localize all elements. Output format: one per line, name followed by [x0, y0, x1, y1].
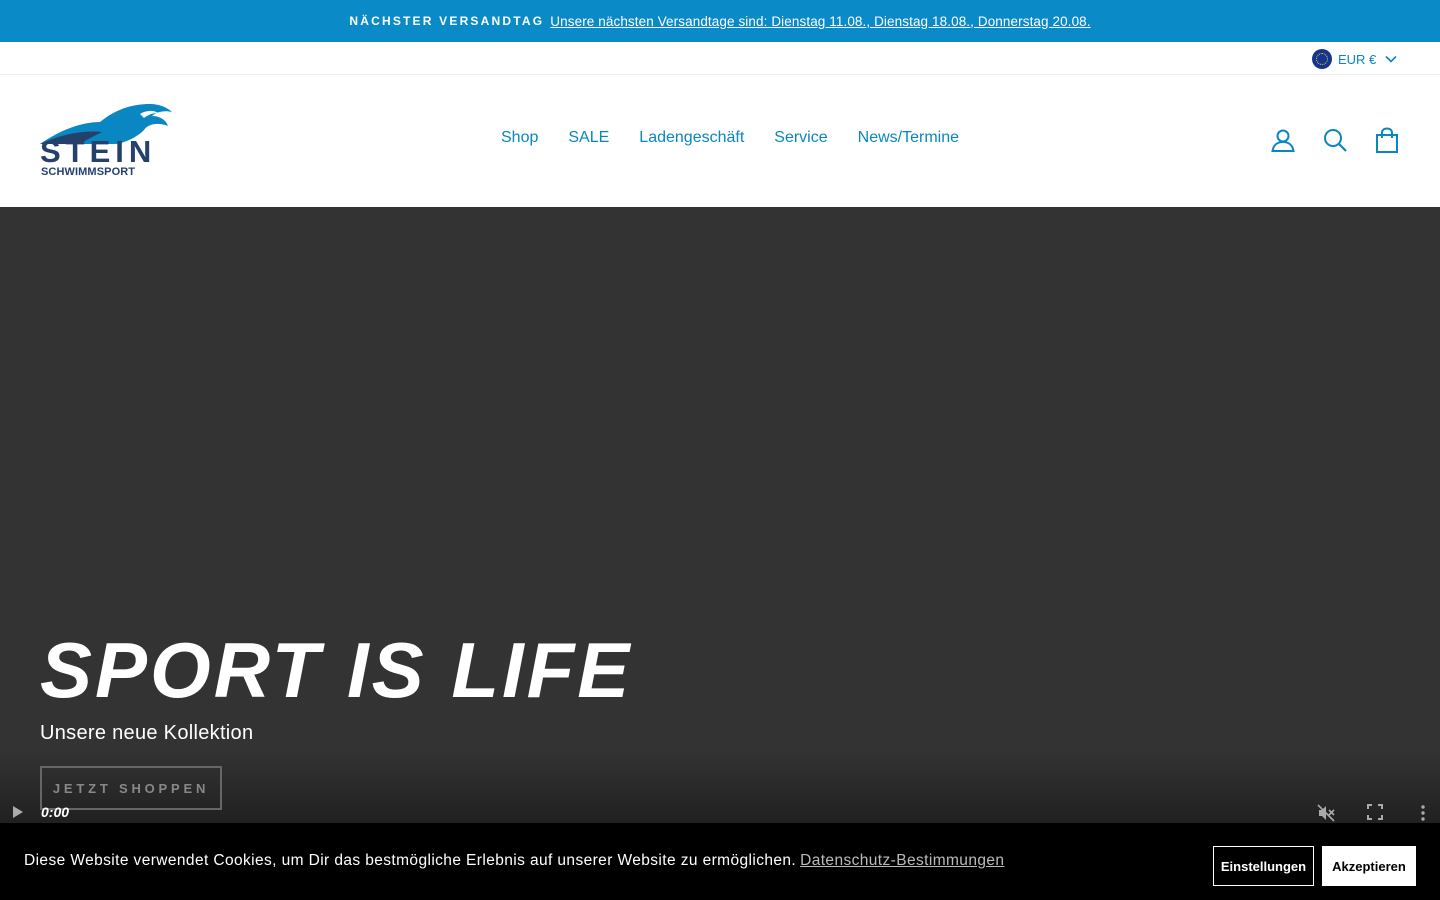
nav-item-service[interactable]: Service	[759, 129, 842, 147]
currency-label: EUR €	[1338, 51, 1377, 67]
cookie-accept-button[interactable]: Akzeptieren	[1322, 846, 1416, 886]
nav-item-news-termine[interactable]: News/Termine	[843, 129, 974, 147]
logo-wordmark: STEIN	[40, 134, 157, 169]
currency-bar: EUR €	[0, 42, 1440, 75]
nav-item-ladengeschaeft[interactable]: Ladengeschäft	[624, 129, 759, 147]
play-icon[interactable]	[10, 804, 26, 820]
muted-icon[interactable]	[1316, 803, 1336, 823]
cookie-banner: Diese Website verwendet Cookies, um Dir …	[0, 823, 1440, 900]
account-icon[interactable]	[1270, 127, 1296, 153]
search-icon[interactable]	[1322, 127, 1348, 153]
logo[interactable]: STEIN SCHWIMMSPORT	[40, 104, 172, 178]
announcement-bar: NÄCHSTER VERSANDTAG Unsere nächsten Vers…	[0, 0, 1440, 42]
hero-title: SPORT IS LIFE	[40, 626, 633, 714]
eu-flag-icon	[1312, 49, 1332, 69]
cookie-settings-button[interactable]: Einstellungen	[1213, 846, 1314, 886]
site-header: STEIN SCHWIMMSPORT Shop SALE Ladengeschä…	[0, 75, 1440, 207]
hero-video[interactable]: SPORT IS LIFE Unsere neue Kollektion JET…	[0, 207, 1440, 900]
cookie-text: Diese Website verwendet Cookies, um Dir …	[24, 852, 797, 869]
main-nav: Shop SALE Ladengeschäft Service News/Ter…	[486, 129, 974, 147]
privacy-link[interactable]: Datenschutz-Bestimmungen	[800, 852, 1004, 869]
nav-item-shop[interactable]: Shop	[486, 129, 553, 147]
hero-subtitle: Unsere neue Kollektion	[40, 722, 254, 744]
fullscreen-icon[interactable]	[1366, 803, 1384, 821]
chevron-down-icon	[1385, 55, 1397, 63]
header-icons	[1270, 127, 1400, 153]
cookie-message: Diese Website verwendet Cookies, um Dir …	[24, 852, 1004, 870]
more-options-icon[interactable]	[1414, 803, 1432, 823]
cart-icon[interactable]	[1374, 127, 1400, 153]
logo-subtitle: SCHWIMMSPORT	[41, 166, 136, 178]
video-time: 0:00	[41, 804, 70, 820]
announcement-link[interactable]: Unsere nächsten Versandtage sind: Dienst…	[550, 14, 1090, 29]
announcement-label: NÄCHSTER VERSANDTAG	[349, 14, 545, 28]
currency-selector[interactable]: EUR €	[1312, 49, 1398, 69]
nav-item-sale[interactable]: SALE	[553, 129, 624, 147]
